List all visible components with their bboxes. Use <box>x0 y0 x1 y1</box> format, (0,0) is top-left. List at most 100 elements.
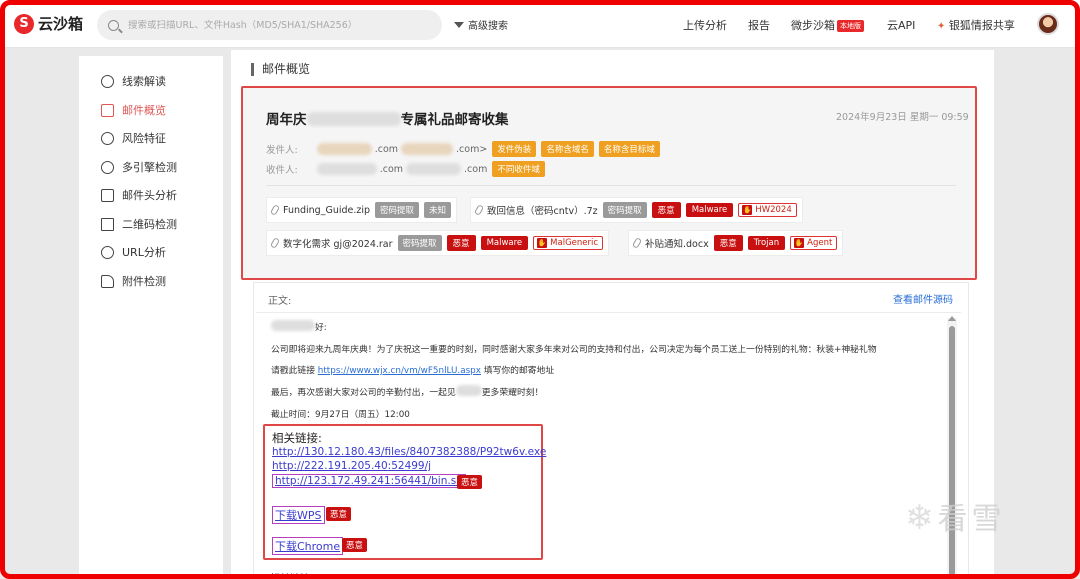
attachment-name: 数字化需求 gj@2024.rar <box>283 239 393 250</box>
attachment-card[interactable]: 致回信息（密码cntv）.7z 密码提取 恶意 Malware ✋ HW2024 <box>470 197 803 223</box>
sidebar-item-label: 多引擎检测 <box>122 161 177 174</box>
cut-off-text: 相关链接: <box>270 570 313 579</box>
phishing-link[interactable]: https://www.wjx.cn/vm/wF5nlLU.aspx <box>318 366 481 376</box>
redacted-block <box>455 385 482 396</box>
sidebar-item-attachment[interactable]: 附件检测 <box>101 273 166 289</box>
body-line-text: 更多荣耀时刻！ <box>481 388 544 398</box>
redacted-block <box>316 143 372 155</box>
sender-tag: 发件伪装 <box>492 141 537 157</box>
sidebar-item-label: 风险特征 <box>122 132 166 145</box>
sidebar-item-label: 二维码检测 <box>122 218 177 231</box>
section-title: 邮件概览 <box>251 63 310 76</box>
malicious-tag: 恶意 <box>342 538 368 552</box>
paperclip-icon <box>269 237 281 249</box>
attachment-card[interactable]: Funding_Guide.zip 密码提取 未知 <box>266 197 458 223</box>
sidebar-item-clue-interpretation[interactable]: 线索解读 <box>101 73 166 89</box>
logo-text: 云沙箱 <box>38 15 84 33</box>
subject-suffix: 专属礼品邮寄收集 <box>400 112 509 128</box>
attachment-name: 补贴通知.docx <box>645 239 709 250</box>
qrcode-icon <box>101 217 114 231</box>
sender-tag: 名称含目标域 <box>598 141 660 157</box>
attachment-tag: ✋ HW2024 <box>738 203 797 217</box>
mail-subject: 周年庆 专属礼品邮寄收集 <box>266 108 509 128</box>
recipient-tag: 不同收件域 <box>492 161 545 177</box>
greeting: 好: <box>271 320 327 333</box>
scrollbar-thumb[interactable] <box>949 326 955 576</box>
scroll-up-icon[interactable] <box>948 316 956 321</box>
related-link[interactable]: http://222.191.205.40:52499/j <box>272 460 431 472</box>
risk-icon <box>101 131 114 145</box>
attachment-card[interactable]: 补贴通知.docx 恶意 Trojan ✋ Agent <box>628 230 844 256</box>
attachment-name: 致回信息（密码cntv）.7z <box>487 206 598 217</box>
view-source-link[interactable]: 查看邮件源码 <box>893 291 953 306</box>
recipient-row: 收件人: .com .com 不同收件域 <box>266 161 545 177</box>
attachment-tag-label: HW2024 <box>755 205 792 215</box>
related-link[interactable]: http://130.12.180.43/files/8407382388/P9… <box>272 446 546 458</box>
sidebar-item-label: 邮件头分析 <box>122 189 177 202</box>
nav-silverfox-intel[interactable]: ✦ 银狐情报共享 <box>937 17 1015 33</box>
attachment-card[interactable]: 数字化需求 gj@2024.rar 密码提取 恶意 Malware ✋ MalGe… <box>266 230 610 256</box>
divider <box>266 185 956 186</box>
sender-tag: 名称含域名 <box>541 141 594 157</box>
search-box[interactable] <box>97 10 442 40</box>
recipient-label: 收件人: <box>266 165 298 176</box>
attachment-tag: 密码提取 <box>397 235 442 251</box>
nav-cloud-api[interactable]: 云API <box>887 17 915 33</box>
sidebar-item-label: 线索解读 <box>122 75 166 88</box>
attachment-tag: Malware <box>480 236 529 250</box>
body-line: 公司即将迎来九周年庆典！为了庆祝这一重要的时刻，同时感谢大家多年来对公司的支持和… <box>271 345 877 355</box>
sidebar-item-qrcode[interactable]: 二维码检测 <box>101 216 177 232</box>
attachment-tag: 密码提取 <box>375 202 420 218</box>
related-links-title: 相关链接: <box>272 431 322 445</box>
attachment-tag: ✋ MalGeneric <box>533 236 604 250</box>
related-link[interactable]: http://123.172.49.241:56441/bin.sh <box>272 474 466 488</box>
nav-reports[interactable]: 报告 <box>748 17 770 33</box>
attachment-tag: 密码提取 <box>602 202 647 218</box>
redacted-block <box>401 143 454 155</box>
threat-icon: ✋ <box>794 238 805 248</box>
redacted-block <box>306 112 401 126</box>
sidebar-item-mail-overview[interactable]: 邮件概览 <box>101 102 166 118</box>
nav-weibu-sandbox[interactable]: 微步沙箱 本地版 <box>791 17 864 33</box>
logo-mark-icon: S <box>14 13 34 34</box>
sidebar-item-risk-features[interactable]: 风险特征 <box>101 130 166 146</box>
sender-value-prefix: .com <box>374 143 399 155</box>
new-badge: 本地版 <box>837 20 864 32</box>
watermark-text: 看雪 <box>937 502 1006 537</box>
body-line: 最后，再次感谢大家对公司的辛勤付出，一起见 更多荣耀时刻！ <box>271 385 543 398</box>
sidebar-item-label: URL分析 <box>122 246 166 259</box>
nav-upload-analysis[interactable]: 上传分析 <box>683 17 727 33</box>
paperclip-icon <box>473 204 485 216</box>
body-line: 请戳此链接 https://www.wjx.cn/vm/wF5nlLU.aspx… <box>271 363 554 376</box>
logo[interactable]: S 云沙箱 <box>14 13 83 34</box>
scrollbar[interactable] <box>947 316 957 579</box>
sender-row: 发件人: .com .com> 发件伪装 名称含域名 名称含目标域 <box>266 141 660 157</box>
sidebar-item-header-analysis[interactable]: 邮件头分析 <box>101 187 177 203</box>
search-icon <box>108 19 119 31</box>
sender-value: .com> <box>456 143 488 155</box>
advanced-search-button[interactable]: 高级搜索 <box>454 17 508 32</box>
body-line-text: 填写你的邮寄地址 <box>480 366 555 376</box>
sidebar-item-url-analysis[interactable]: URL分析 <box>101 244 166 260</box>
recipient-value: .com <box>379 163 404 175</box>
header-icon <box>101 188 114 202</box>
download-wps-link[interactable]: 下载WPS <box>272 506 325 524</box>
avatar[interactable] <box>1037 13 1059 35</box>
attachment-tag: Malware <box>685 203 734 217</box>
sender-label: 发件人: <box>266 145 298 156</box>
search-input[interactable] <box>128 19 428 31</box>
body-line-text: 请戳此链接 <box>271 366 318 376</box>
body-line-text: 最后，再次感谢大家对公司的辛勤付出，一起见 <box>271 388 456 398</box>
sidebar-item-multi-engine[interactable]: 多引擎检测 <box>101 159 177 175</box>
watermark: ❄看雪 <box>905 494 1006 538</box>
download-chrome-link[interactable]: 下载Chrome <box>272 537 344 555</box>
threat-icon: ✋ <box>537 238 548 248</box>
subject-prefix: 周年庆 <box>266 112 307 128</box>
fox-icon: ✦ <box>937 21 946 32</box>
attachment-tag: 恶意 <box>713 235 743 251</box>
attachment-icon <box>101 274 114 288</box>
attachment-tag-label: MalGeneric <box>550 238 599 248</box>
attachment-tag: 恶意 <box>446 235 476 251</box>
body-line: 截止时间：9月27日（周五）12:00 <box>271 410 410 420</box>
attachment-tag-label: Agent <box>807 238 833 248</box>
